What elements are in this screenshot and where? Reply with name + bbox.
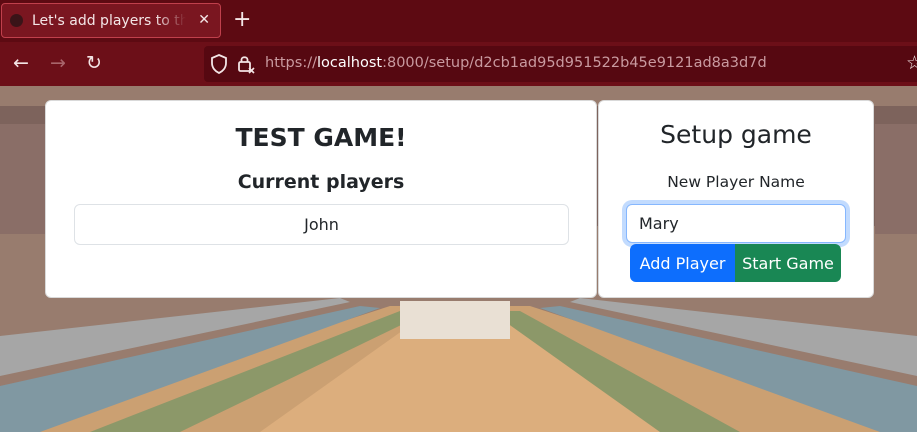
forward-button[interactable]: → [50,52,66,74]
tab-bar: Let's add players to the game ✕ + [0,0,917,42]
tab-title: Let's add players to the game [32,12,186,29]
bookmark-star-icon[interactable]: ☆ [906,52,917,74]
add-player-button[interactable]: Add Player [630,244,735,282]
lock-icon[interactable] [237,54,257,74]
new-player-name-input[interactable] [626,204,846,243]
start-game-button[interactable]: Start Game [735,244,841,282]
url-scheme: https:// [265,55,317,71]
players-heading: Current players [237,171,405,193]
new-tab-button[interactable]: + [233,8,251,32]
new-player-label: New Player Name [667,173,805,191]
setup-title: Setup game [660,120,812,149]
tab-favicon-icon [10,14,23,27]
game-card: TEST GAME! Current players John [45,100,597,298]
page-viewport: TEST GAME! Current players John Setup ga… [0,86,917,432]
shield-icon[interactable] [210,54,228,74]
game-title: TEST GAME! [235,123,407,152]
back-button[interactable]: ← [13,52,29,74]
url-host: localhost [316,55,383,71]
reload-button[interactable]: ↻ [86,52,102,74]
url-path: :8000/setup/d2cb1ad95d951522b45e9121ad8a… [382,55,767,71]
player-list-item: John [74,204,569,245]
close-tab-icon[interactable]: ✕ [198,12,210,28]
setup-card: Setup game New Player Name Add Player St… [598,100,874,298]
address-bar[interactable]: https://localhost:8000/setup/d2cb1ad95d9… [204,46,917,82]
url-text[interactable]: https://localhost:8000/setup/d2cb1ad95d9… [265,55,767,71]
browser-tab[interactable]: Let's add players to the game ✕ [1,3,221,38]
